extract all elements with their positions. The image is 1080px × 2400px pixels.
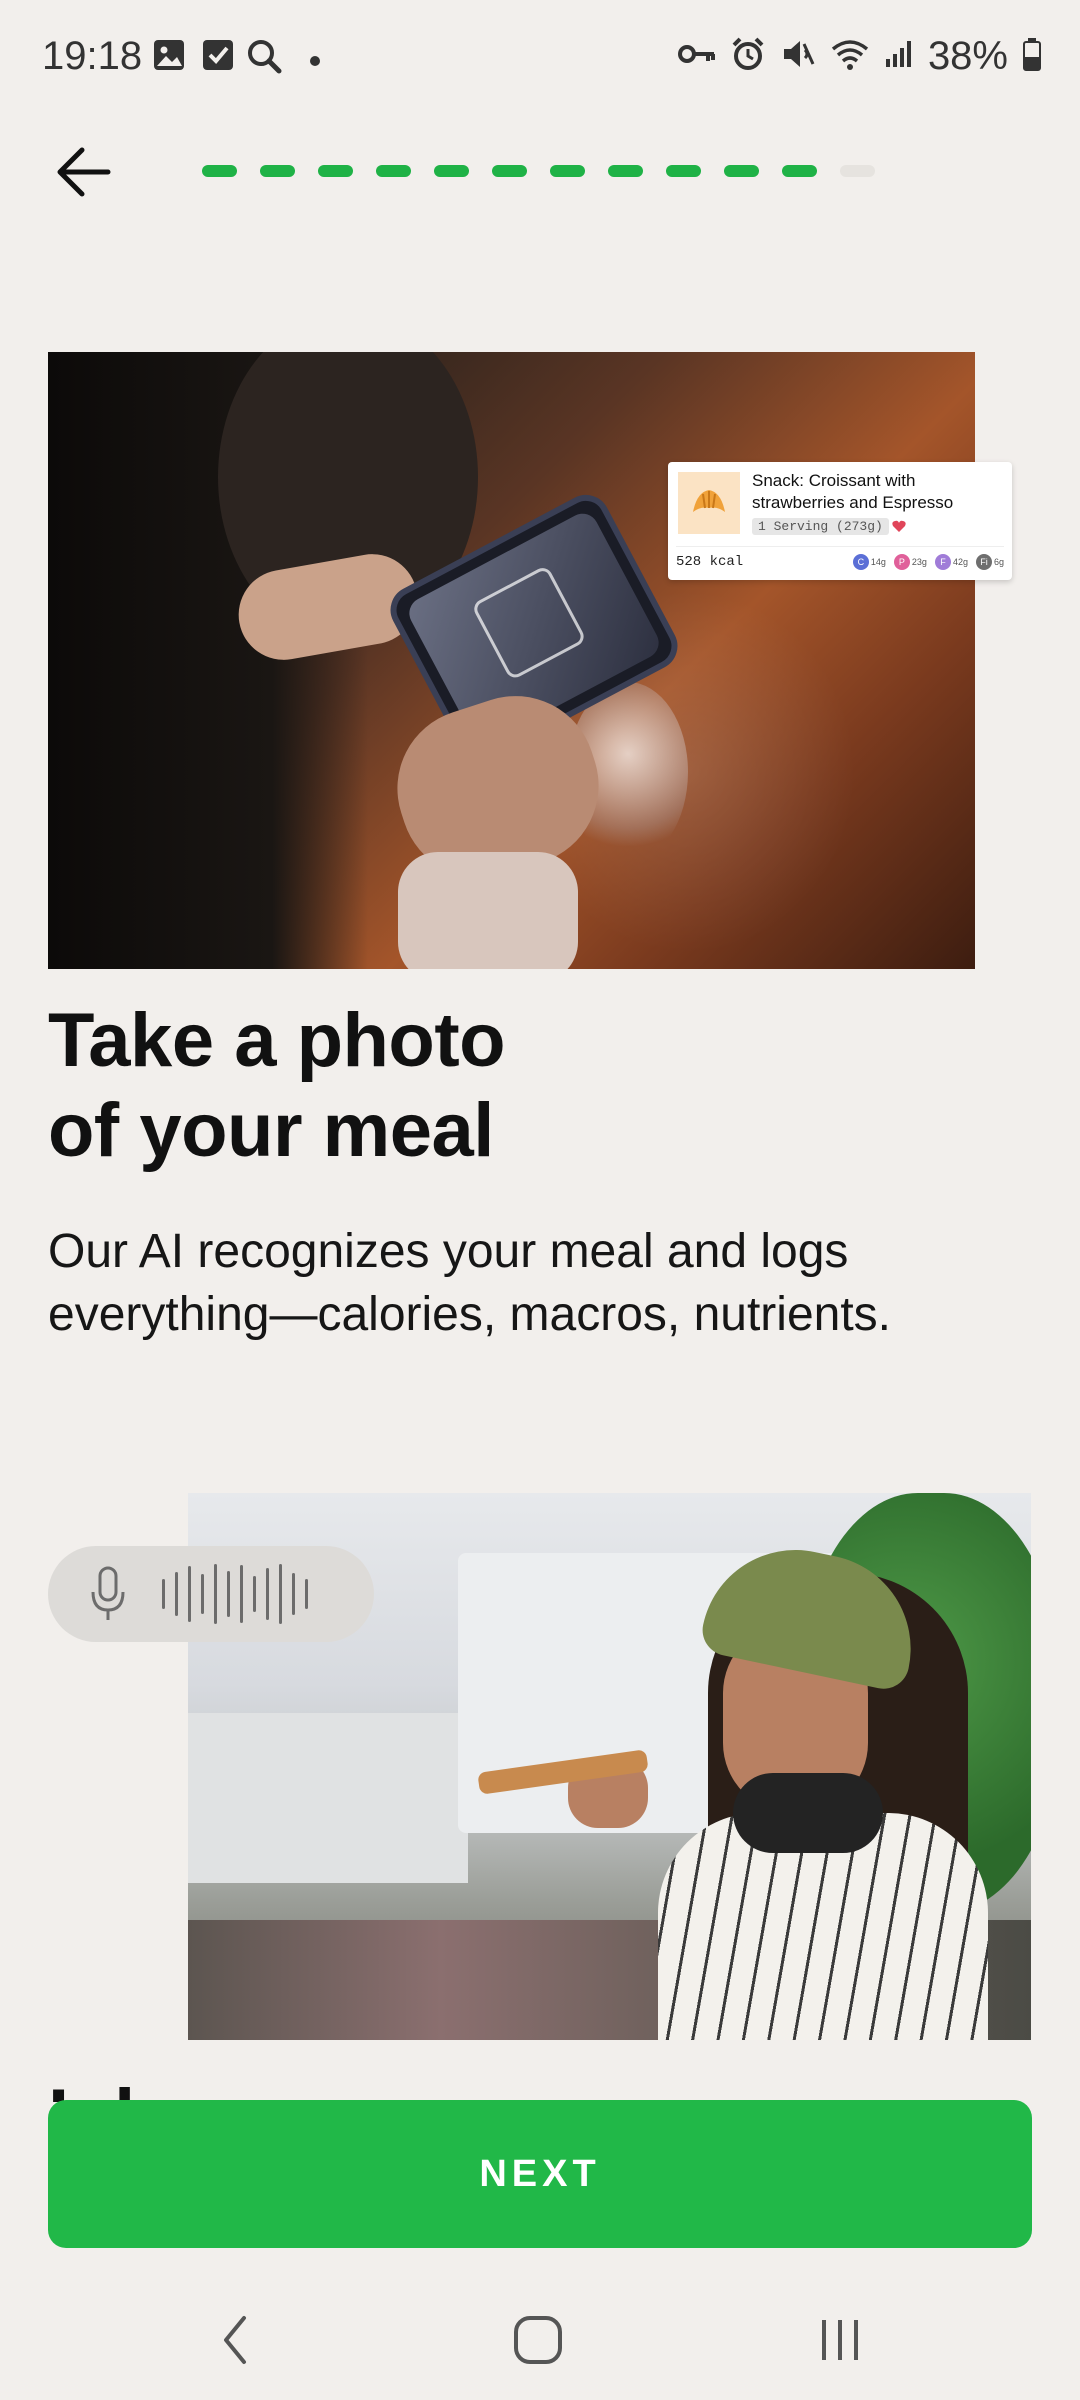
nav-back-icon: [196, 2316, 276, 2376]
wifi-icon: [830, 37, 870, 76]
key-icon: [677, 41, 716, 72]
gallery-icon: [152, 38, 186, 77]
search-icon: [246, 38, 282, 79]
dot-icon: [309, 54, 321, 72]
nav-recents-icon: [800, 2320, 880, 2376]
meal-log-card: Snack: Croissant with strawberries and E…: [668, 462, 1012, 580]
headline-line-1: Take a photo: [48, 998, 506, 1083]
progress-segment: [202, 165, 237, 177]
progress-segment: [608, 165, 643, 177]
macro-letter: F: [934, 554, 951, 570]
voice-input-pill: [48, 1546, 374, 1642]
kcal-value: 528 kcal: [676, 554, 744, 570]
macro-value: 6g: [993, 557, 1004, 567]
audio-waveform-icon: [162, 1564, 308, 1624]
macro-item: P 23g: [893, 554, 927, 570]
battery-icon: [1022, 37, 1042, 76]
checkbox-icon: [201, 38, 235, 77]
macro-letter: C: [852, 554, 869, 570]
macro-letter: P: [893, 554, 910, 570]
back-button[interactable]: [52, 140, 116, 204]
arrow-left-icon: [52, 147, 116, 208]
progress-segment: [550, 165, 585, 177]
nav-recents-button[interactable]: [800, 2308, 880, 2372]
feature-headline: Take a photo of your meal: [48, 996, 1008, 1176]
progress-segment: [318, 165, 353, 177]
macro-item: Fi 6g: [975, 554, 1004, 570]
signal-icon: [884, 39, 914, 74]
progress-segment: [840, 165, 875, 177]
alarm-icon: [730, 36, 766, 77]
status-bar: 19:18 38%: [0, 0, 1080, 120]
status-time: 19:18: [42, 34, 143, 78]
mute-icon: [780, 36, 816, 77]
progress-segment: [724, 165, 759, 177]
nav-home-icon: [498, 2316, 578, 2376]
macro-value: 23g: [911, 557, 927, 567]
microphone-icon: [88, 1564, 128, 1629]
next-button[interactable]: NEXT: [48, 2100, 1032, 2248]
headline-line-2: of your meal: [48, 1088, 494, 1173]
macro-letter: Fi: [975, 554, 992, 570]
progress-segment: [782, 165, 817, 177]
divider: [676, 546, 1004, 547]
macro-value: 42g: [952, 557, 968, 567]
macro-value: 14g: [870, 557, 886, 567]
progress-indicator: [202, 165, 875, 177]
progress-segment: [666, 165, 701, 177]
battery-percent: 38%: [927, 34, 1008, 78]
progress-segment: [260, 165, 295, 177]
meal-photo-image: [48, 352, 975, 969]
progress-segment: [376, 165, 411, 177]
progress-segment: [434, 165, 469, 177]
macro-item: C 14g: [852, 554, 886, 570]
system-navigation-bar: [0, 2280, 1080, 2400]
nav-home-button[interactable]: [498, 2308, 578, 2372]
meal-title: Snack: Croissant with strawberries and E…: [752, 471, 954, 512]
croissant-icon: [678, 472, 740, 534]
progress-segment: [492, 165, 527, 177]
nav-back-button[interactable]: [196, 2308, 276, 2372]
serving-badge: 1 Serving (273g): [752, 518, 889, 535]
heart-icon: [892, 520, 906, 538]
macro-list: C 14g P 23g F 42g Fi 6g: [852, 554, 1004, 570]
macro-item: F 42g: [934, 554, 968, 570]
next-section-heading: L l: [48, 2072, 948, 2102]
feature-description: Our AI recognizes your meal and logs eve…: [48, 1225, 891, 1341]
